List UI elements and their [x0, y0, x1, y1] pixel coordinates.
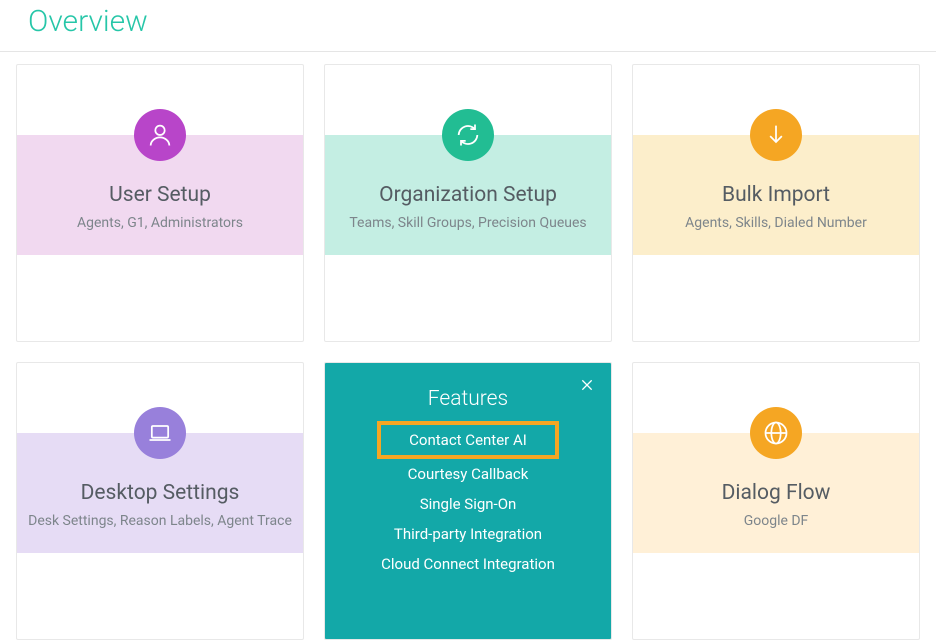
card-content: Bulk Import Agents, Skills, Dialed Numbe… [633, 135, 919, 255]
card-title: Organization Setup [379, 183, 557, 207]
card-subtitle: Desk Settings, Reason Labels, Agent Trac… [18, 513, 302, 529]
card-subtitle: Teams, Skill Groups, Precision Queues [339, 215, 596, 231]
card-title: Features [325, 363, 611, 411]
user-icon [134, 109, 186, 161]
feature-courtesy-callback[interactable]: Courtesy Callback [402, 463, 535, 485]
card-user-setup[interactable]: User Setup Agents, G1, Administrators [16, 64, 304, 342]
card-title: Bulk Import [722, 183, 830, 207]
feature-cloud-connect-integration[interactable]: Cloud Connect Integration [375, 553, 561, 575]
card-features-expanded[interactable]: Features Contact Center AI Courtesy Call… [324, 362, 612, 640]
card-subtitle: Agents, G1, Administrators [67, 215, 253, 231]
close-icon[interactable] [579, 377, 595, 393]
sync-icon [442, 109, 494, 161]
card-desktop-settings[interactable]: Desktop Settings Desk Settings, Reason L… [16, 362, 304, 640]
card-dialog-flow[interactable]: Dialog Flow Google DF [632, 362, 920, 640]
card-subtitle: Google DF [734, 513, 819, 529]
feature-contact-center-ai[interactable]: Contact Center AI [381, 425, 555, 455]
overview-grid: User Setup Agents, G1, Administrators Or… [0, 52, 936, 640]
card-content: User Setup Agents, G1, Administrators [17, 135, 303, 255]
card-subtitle: Agents, Skills, Dialed Number [675, 215, 877, 231]
card-content: Organization Setup Teams, Skill Groups, … [325, 135, 611, 255]
card-title: User Setup [109, 183, 211, 207]
download-icon [750, 109, 802, 161]
feature-list: Contact Center AI Courtesy Callback Sing… [325, 425, 611, 575]
card-content: Desktop Settings Desk Settings, Reason L… [17, 433, 303, 553]
feature-single-sign-on[interactable]: Single Sign-On [414, 493, 523, 515]
card-org-setup[interactable]: Organization Setup Teams, Skill Groups, … [324, 64, 612, 342]
globe-icon [750, 407, 802, 459]
feature-third-party-integration[interactable]: Third-party Integration [388, 523, 548, 545]
laptop-icon [134, 407, 186, 459]
card-content: Dialog Flow Google DF [633, 433, 919, 553]
card-bulk-import[interactable]: Bulk Import Agents, Skills, Dialed Numbe… [632, 64, 920, 342]
card-title: Desktop Settings [81, 481, 240, 505]
card-title: Dialog Flow [722, 481, 831, 505]
page-title: Overview [0, 0, 936, 52]
